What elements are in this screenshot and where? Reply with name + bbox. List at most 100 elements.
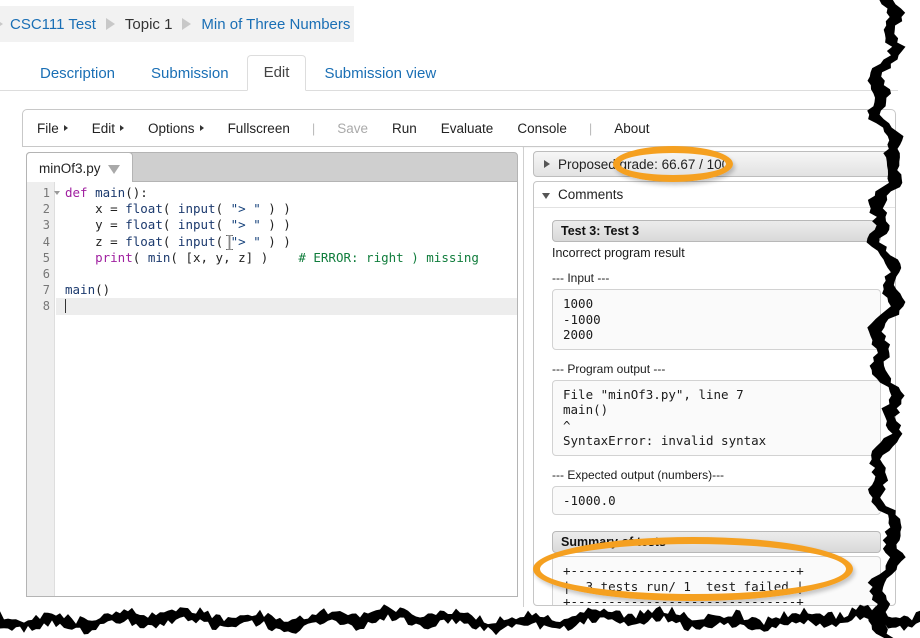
breadcrumb-sep-icon xyxy=(105,18,115,30)
comments-header[interactable]: Comments xyxy=(534,182,895,208)
program-output-label: --- Program output --- xyxy=(552,361,666,376)
input-box: 1000 -1000 2000 xyxy=(552,289,881,350)
menu-evaluate[interactable]: Evaluate xyxy=(429,121,506,136)
menu-run[interactable]: Run xyxy=(380,121,429,136)
expected-output-box: -1000.0 xyxy=(552,485,881,515)
comments-header-label: Comments xyxy=(558,187,624,202)
code-line[interactable]: z = float( input( "> " ) ) xyxy=(65,234,517,250)
code-token: main xyxy=(95,185,126,200)
code-line[interactable]: main() xyxy=(65,282,517,298)
input-label: --- Input --- xyxy=(552,271,610,285)
code-token: float xyxy=(125,201,163,217)
chevron-down-icon xyxy=(542,192,550,199)
menu-fullscreen[interactable]: Fullscreen xyxy=(216,121,302,136)
page-root: CSC111 Test Topic 1 Min of Three Numbers… xyxy=(0,0,920,638)
chevron-right-icon xyxy=(120,125,125,131)
breadcrumb-item-topic: Topic 1 xyxy=(124,15,173,33)
code-token: "> " xyxy=(230,217,261,233)
menu-about[interactable]: About xyxy=(602,121,661,136)
line-number: 4 xyxy=(42,234,50,249)
code-line[interactable]: print( min( [x, y, z] ) # ERROR: right )… xyxy=(65,250,517,266)
code-line[interactable]: x = float( input( "> " ) ) xyxy=(65,201,517,217)
code-token: () xyxy=(95,282,111,298)
code-token: main xyxy=(65,282,96,298)
chevron-right-icon xyxy=(63,125,68,131)
code-token: (): xyxy=(125,185,148,200)
code-token: print xyxy=(95,249,133,265)
code-token: float xyxy=(125,233,163,249)
code-token: ( xyxy=(132,249,148,265)
code-token: input xyxy=(177,201,216,217)
file-tab-minof3[interactable]: minOf3.py xyxy=(26,152,133,183)
file-tab-label: minOf3.py xyxy=(39,160,101,176)
code-line[interactable] xyxy=(65,266,517,282)
expected-output-label: --- Expected output (numbers)--- xyxy=(552,467,725,482)
breadcrumb: CSC111 Test Topic 1 Min of Three Numbers xyxy=(0,6,354,42)
code-token: ( xyxy=(215,217,231,233)
file-tab-bar: minOf3.py xyxy=(26,152,518,183)
code-token: ( xyxy=(215,201,231,217)
code-area[interactable]: 12345678 def main(): x = float( input( "… xyxy=(26,182,518,597)
code-token: input xyxy=(177,217,216,233)
tab-bar: Description Submission Edit Submission v… xyxy=(0,54,898,91)
menu-edit[interactable]: Edit xyxy=(80,121,136,136)
code-editor-panel: minOf3.py 12345678 def main(): x = float… xyxy=(22,147,522,602)
code-token: input xyxy=(177,233,216,249)
menu-edit-label: Edit xyxy=(91,120,116,136)
summary-box: +------------------------------+ | 3 tes… xyxy=(552,556,881,605)
breadcrumb-item-course[interactable]: CSC111 Test xyxy=(10,16,96,33)
line-number: 6 xyxy=(42,267,50,281)
code-token: ( xyxy=(162,233,178,249)
toolbar-divider: | xyxy=(311,120,316,136)
program-output-box: File "minOf3.py", line 7 main() ^ Syntax… xyxy=(552,379,881,456)
line-number: 8 xyxy=(42,299,50,314)
code-token: ) ) xyxy=(260,217,291,233)
test-result-text: Incorrect program result xyxy=(552,246,685,260)
line-number: 3 xyxy=(42,218,50,233)
menu-options-label: Options xyxy=(148,120,195,136)
toolbar-divider: | xyxy=(588,120,593,136)
chevron-right-icon xyxy=(544,160,550,168)
line-number: 5 xyxy=(42,250,50,265)
code-token: ( [x, y, z] ) xyxy=(170,249,299,265)
tab-edit[interactable]: Edit xyxy=(246,55,307,91)
chevron-down-icon[interactable] xyxy=(107,164,120,174)
line-number: 1 xyxy=(27,185,60,201)
menu-options[interactable]: Options xyxy=(136,121,216,136)
comments-body: Test 3: Test 3 Incorrect program result … xyxy=(534,208,895,605)
comments-box: Comments Test 3: Test 3 Incorrect progra… xyxy=(533,181,896,606)
line-number: 2 xyxy=(42,202,50,217)
line-number-gutter: 12345 6 78 xyxy=(27,182,60,596)
code-token: def xyxy=(65,185,96,200)
breadcrumb-item-question[interactable]: Min of Three Numbers xyxy=(201,16,350,33)
code-line[interactable]: def main(): xyxy=(65,185,517,201)
tab-submission[interactable]: Submission xyxy=(133,57,247,91)
code-token: min xyxy=(147,249,171,265)
code-token: ( xyxy=(162,201,178,217)
text-caret xyxy=(65,299,66,314)
tab-submission-view[interactable]: Submission view xyxy=(306,57,454,91)
code-token: ( xyxy=(162,217,178,233)
code-lines[interactable]: def main(): x = float( input( "> " ) ) y… xyxy=(56,182,517,596)
code-token: float xyxy=(125,217,163,233)
editor-toolbar: File Edit Options Fullscreen | Save Run … xyxy=(22,109,896,147)
chevron-right-icon xyxy=(199,125,204,131)
code-token: # ERROR: right ) missing xyxy=(298,249,479,265)
menu-save: Save xyxy=(337,120,369,136)
menu-file-label: File xyxy=(37,120,59,136)
tab-description[interactable]: Description xyxy=(22,57,133,91)
menu-file[interactable]: File xyxy=(23,121,80,136)
panel-divider xyxy=(523,147,524,607)
code-token: z = xyxy=(65,233,126,249)
summary-title: Summary of tests xyxy=(552,531,881,553)
test-case-title: Test 3: Test 3 xyxy=(552,220,881,242)
breadcrumb-sep-icon xyxy=(182,18,192,30)
breadcrumb-sep-icon xyxy=(0,18,3,30)
code-line[interactable] xyxy=(65,298,517,314)
proposed-grade-label: Proposed grade: 66.67 / 100 xyxy=(558,156,730,172)
code-token: ) ) xyxy=(260,201,291,217)
menu-console[interactable]: Console xyxy=(505,121,579,136)
proposed-grade-bar[interactable]: Proposed grade: 66.67 / 100 xyxy=(533,151,896,177)
code-line[interactable]: y = float( input( "> " ) ) xyxy=(65,217,517,233)
